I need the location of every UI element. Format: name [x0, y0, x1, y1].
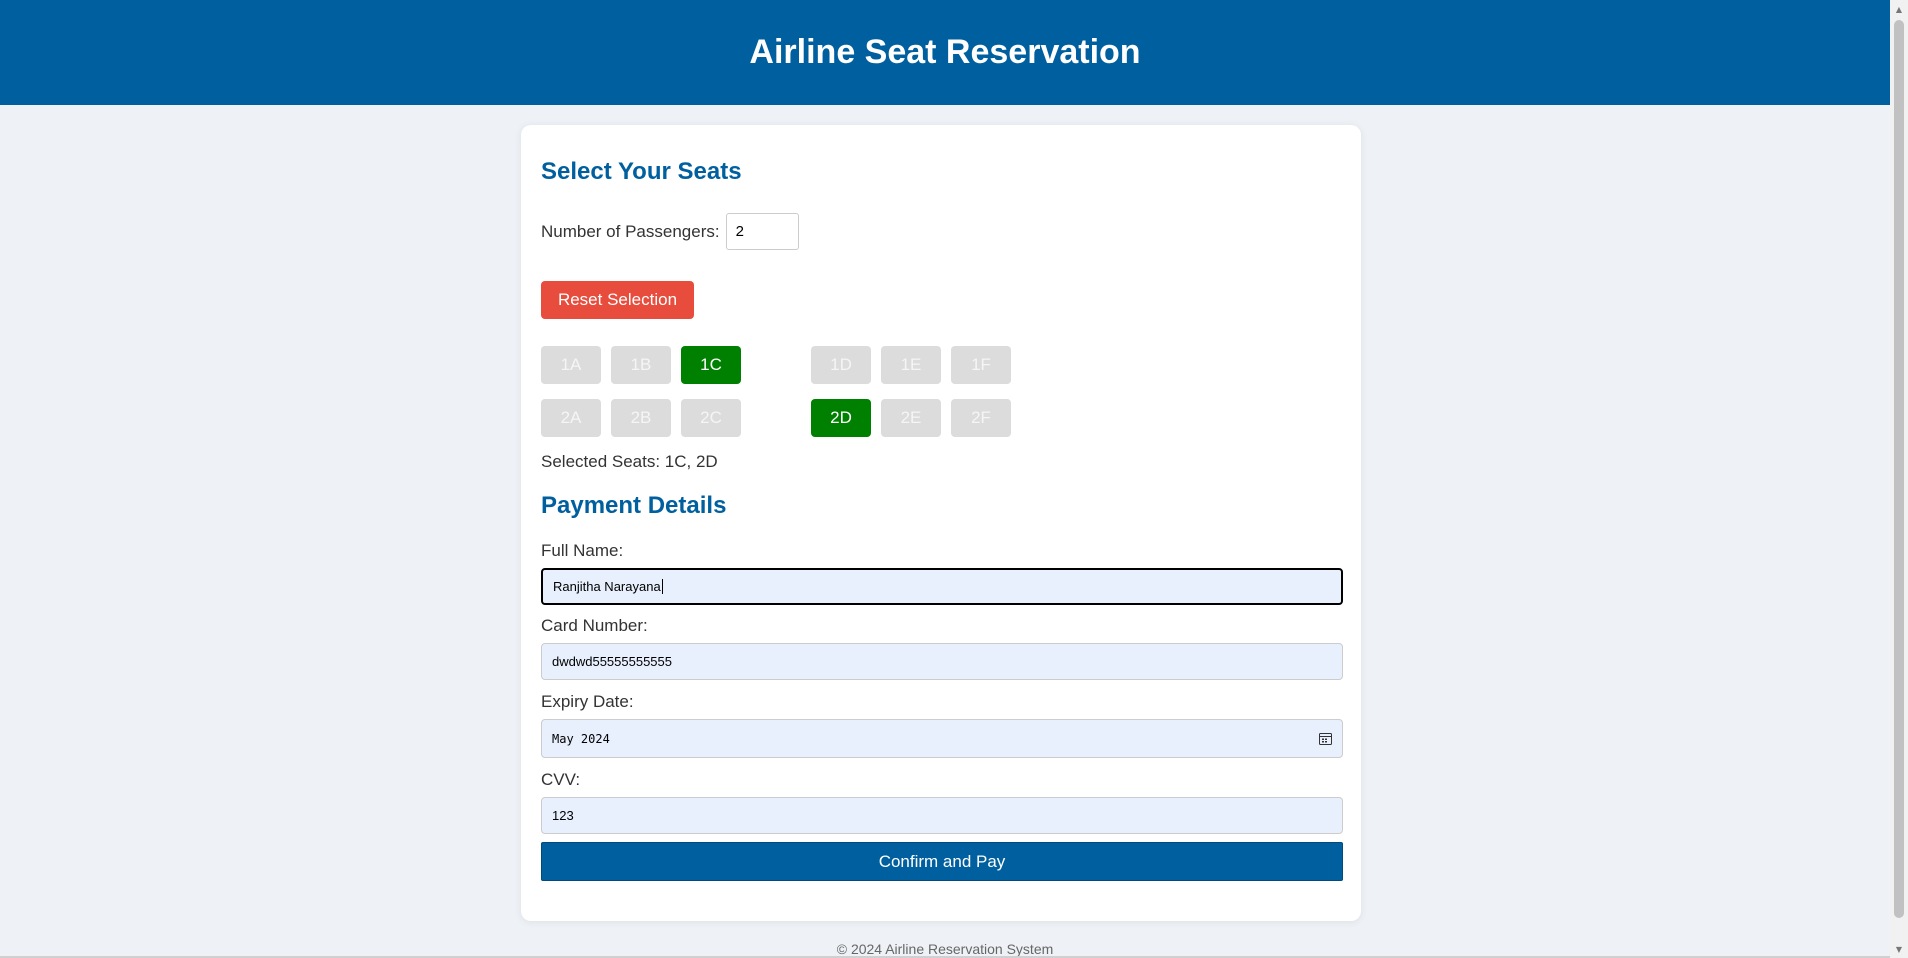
- cvv-label: CVV:: [541, 770, 581, 789]
- page-header: Airline Seat Reservation: [0, 0, 1890, 105]
- seat-1e[interactable]: 1E: [881, 346, 941, 384]
- card-number-label: Card Number:: [541, 616, 648, 635]
- seat-1b[interactable]: 1B: [611, 346, 671, 384]
- footer-text: © 2024 Airline Reservation System: [836, 941, 1054, 957]
- seat-1d[interactable]: 1D: [811, 346, 871, 384]
- seat-1f[interactable]: 1F: [951, 346, 1011, 384]
- reservation-card: Select Your Seats Number of Passengers: …: [521, 125, 1361, 921]
- expiry-date-value: May 2024: [552, 731, 610, 746]
- text-cursor: [661, 579, 663, 594]
- seat-row: 2A 2B 2C 2D 2E 2F: [541, 399, 1021, 437]
- scroll-up-arrow-icon[interactable]: ▲: [1890, 0, 1908, 18]
- seat-2b[interactable]: 2B: [611, 399, 671, 437]
- expiry-date-label: Expiry Date:: [541, 692, 634, 711]
- passengers-label: Number of Passengers:: [541, 221, 720, 241]
- calendar-icon[interactable]: [1319, 732, 1332, 745]
- reset-selection-button[interactable]: Reset Selection: [541, 281, 694, 319]
- card-number-input[interactable]: dwdwd55555555555: [541, 643, 1343, 680]
- card-number-value: dwdwd55555555555: [552, 654, 672, 669]
- scrollbar-thumb[interactable]: [1894, 20, 1904, 918]
- selected-seats-text: Selected Seats: 1C, 2D: [541, 452, 718, 471]
- seat-2a[interactable]: 2A: [541, 399, 601, 437]
- seat-2c[interactable]: 2C: [681, 399, 741, 437]
- cvv-input[interactable]: 123: [541, 797, 1343, 834]
- payment-heading: Payment Details: [541, 492, 727, 519]
- seat-1c[interactable]: 1C: [681, 346, 741, 384]
- cvv-value: 123: [552, 808, 574, 823]
- page-title: Airline Seat Reservation: [749, 33, 1141, 71]
- seat-row: 1A 1B 1C 1D 1E 1F: [541, 346, 1021, 384]
- full-name-value: Ranjitha Narayana: [553, 579, 661, 594]
- seats-heading: Select Your Seats: [541, 158, 742, 185]
- passengers-row: Number of Passengers:: [541, 213, 799, 250]
- full-name-label: Full Name:: [541, 541, 624, 560]
- full-name-input[interactable]: Ranjitha Narayana: [541, 568, 1343, 605]
- seat-2d[interactable]: 2D: [811, 399, 871, 437]
- seat-2e[interactable]: 2E: [881, 399, 941, 437]
- expiry-date-input[interactable]: May 2024: [541, 719, 1343, 758]
- vertical-scrollbar[interactable]: ▲ ▼: [1890, 0, 1908, 958]
- scroll-down-arrow-icon[interactable]: ▼: [1890, 940, 1908, 958]
- passengers-input[interactable]: [725, 213, 799, 250]
- confirm-and-pay-button[interactable]: Confirm and Pay: [541, 842, 1343, 881]
- seat-1a[interactable]: 1A: [541, 346, 601, 384]
- seat-map: 1A 1B 1C 1D 1E 1F 2A 2B 2C 2D 2E 2F: [541, 346, 1021, 452]
- seat-2f[interactable]: 2F: [951, 399, 1011, 437]
